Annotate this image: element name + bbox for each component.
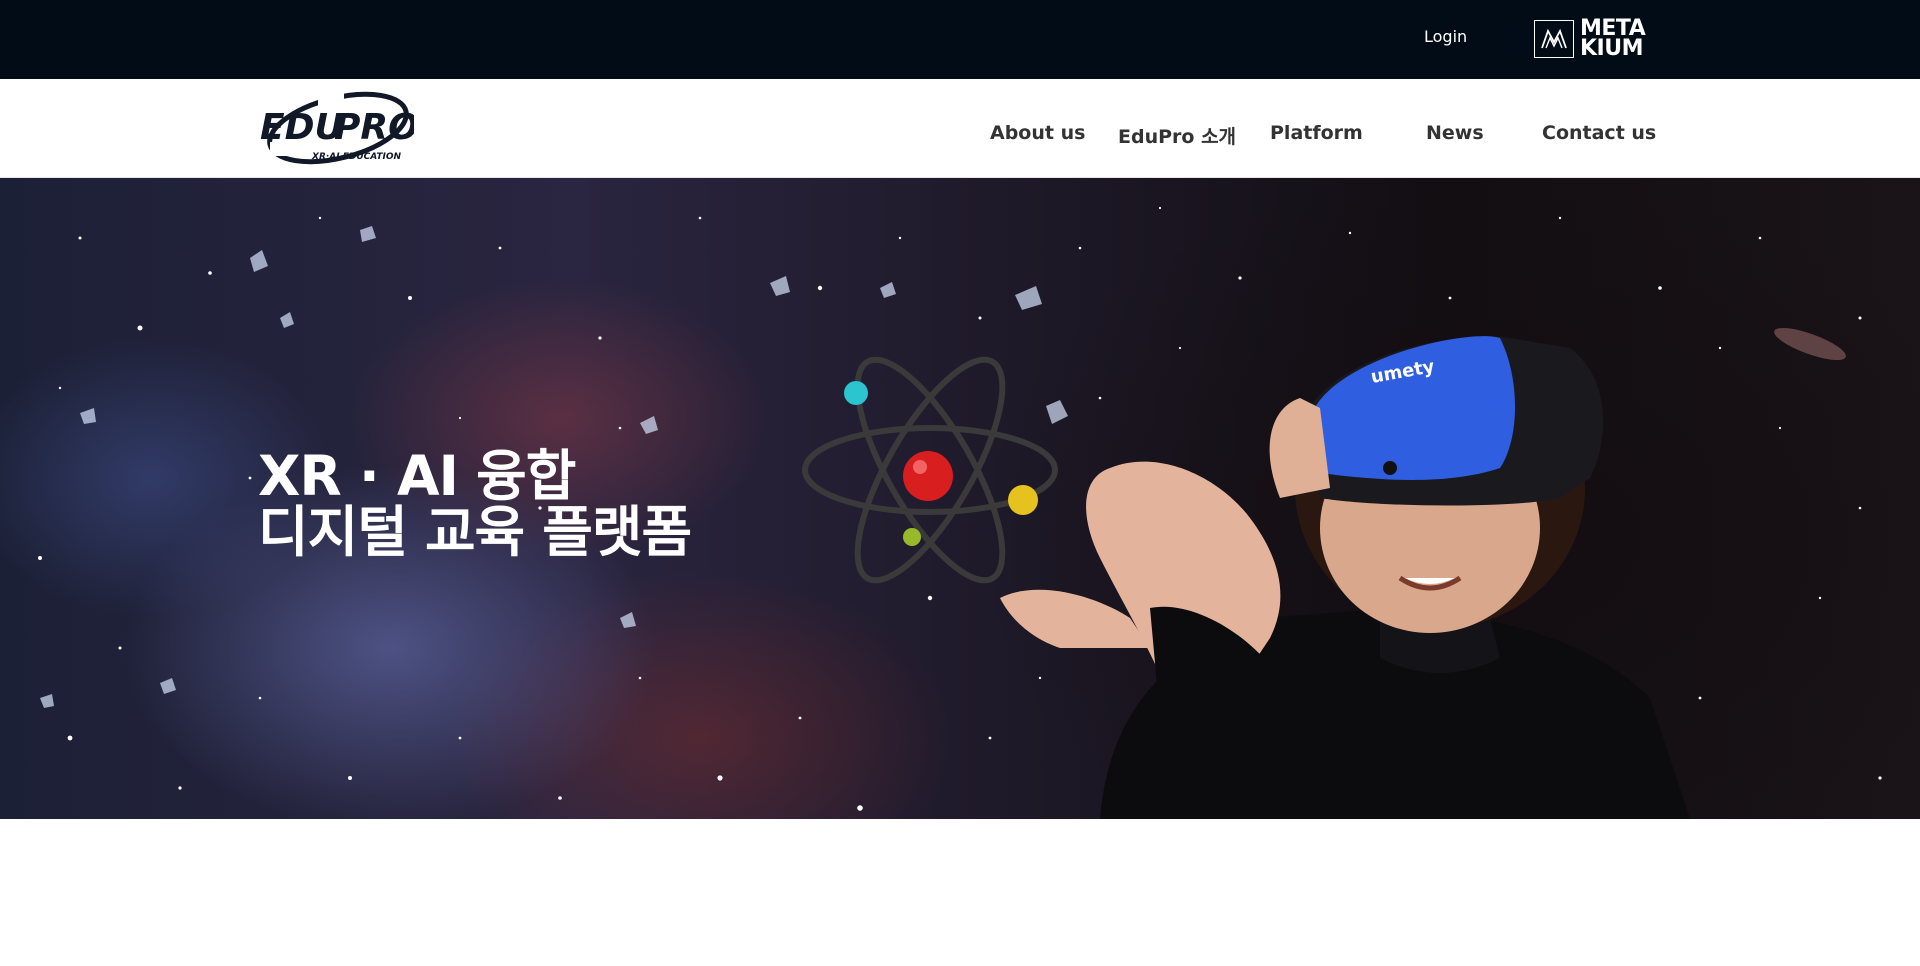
edupro-logo[interactable]: EDU PRO XR·AI EDUCATION [258, 87, 419, 169]
logo-text-edu: EDU [260, 107, 344, 148]
hero-title: XR · AI 융합 디지털 교육 플랫폼 [258, 444, 692, 564]
nav-contact-us[interactable]: Contact us [1542, 122, 1656, 144]
hero-title-line1: XR · AI 융합 [258, 444, 576, 508]
child-vr-illustration: umety [1000, 336, 1690, 819]
login-link[interactable]: Login [1424, 27, 1467, 46]
hero-banner: umety XR · AI 융합 디지털 교육 플랫폼 [0, 178, 1920, 819]
metakium-wordmark: META KIUM [1580, 16, 1646, 61]
logo-text-pro: PRO [334, 107, 414, 148]
top-bar: Login META KIUM [0, 0, 1920, 79]
nav-edupro-intro[interactable]: EduPro 소개 [1118, 122, 1236, 149]
nav-about-us[interactable]: About us [990, 122, 1085, 144]
metakium-logo[interactable]: META KIUM [1534, 16, 1646, 61]
nav-news[interactable]: News [1426, 122, 1484, 144]
metakium-mark-icon [1534, 20, 1574, 58]
logo-subtitle: XR·AI EDUCATION [311, 152, 402, 162]
atom-illustration [802, 356, 1058, 584]
nav-platform[interactable]: Platform [1270, 122, 1363, 144]
hero-title-line2: 디지털 교육 플랫폼 [258, 500, 692, 564]
main-nav: EDU PRO XR·AI EDUCATION About us EduPro … [0, 79, 1920, 178]
